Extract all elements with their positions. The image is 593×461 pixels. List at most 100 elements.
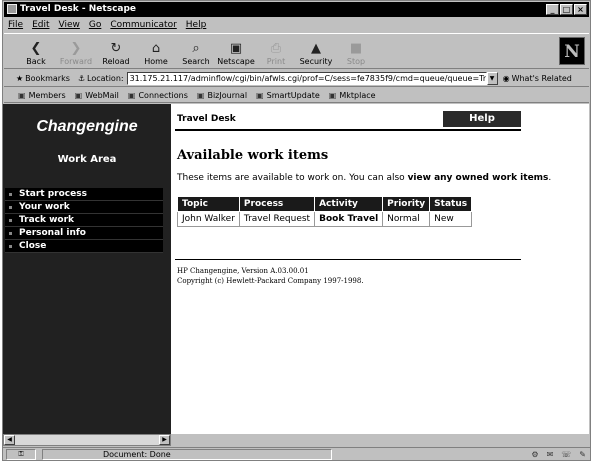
toolbar-button-label: Print	[266, 57, 286, 66]
menu-help[interactable]: Help	[186, 18, 207, 32]
whats-related-icon: ◉	[502, 73, 510, 83]
scroll-right-icon[interactable]: ▶	[159, 435, 170, 445]
sidebar-horizontal-scrollbar[interactable]: ◀ ▶	[3, 434, 171, 446]
personal-webmail[interactable]: ▣ WebMail	[75, 91, 119, 100]
search-button[interactable]: ⌕ Search	[178, 34, 214, 68]
location-label: Location:	[87, 73, 124, 83]
navigation-toolbar: ❮ Back ❯ Forward ↻ Reload ⌂ Home ⌕ Search ▣ Netscap…	[4, 33, 589, 69]
navigator-icon[interactable]: ⚙	[531, 450, 538, 459]
toolbar-button-label: Stop	[346, 57, 366, 66]
col-topic: Topic	[177, 196, 240, 212]
print-icon: ⎙	[270, 41, 282, 56]
status-bar: ⚿ Document: Done ⚙ ✉ ☏ ✎	[3, 447, 590, 460]
forward-button[interactable]: ❯ Forward	[58, 34, 94, 68]
bookmark-icon: ▣	[74, 90, 83, 100]
security-lock-icon: ▲	[311, 41, 321, 56]
toolbar-button-label: Netscape	[217, 57, 255, 66]
whats-related-button[interactable]: What's Related	[512, 74, 572, 83]
netscape-button[interactable]: ▣ Netscape	[217, 34, 255, 68]
security-status-icon[interactable]: ⚿	[6, 448, 36, 460]
toolbar-button-label: Home	[144, 57, 168, 66]
close-window-button[interactable]: ×	[574, 4, 587, 15]
menu-file[interactable]: File	[8, 18, 23, 32]
page-title: Available work items	[177, 148, 329, 163]
location-icon: ⚓	[77, 73, 86, 83]
window-title: Travel Desk - Netscape	[20, 4, 137, 14]
location-bar: ★ Bookmarks ⚓ Location: 31.175.21.117/ad…	[4, 70, 589, 87]
stop-icon: ■	[349, 41, 363, 56]
mail-icon[interactable]: ✉	[547, 450, 554, 459]
col-status: Status	[429, 196, 473, 212]
bookmark-icon: ▣	[18, 90, 26, 100]
toolbar-button-label: Reload	[102, 57, 130, 66]
work-area-heading: Work Area	[57, 154, 117, 165]
personal-connections[interactable]: ▣ Connections	[128, 91, 188, 100]
bookmarks-icon: ★	[16, 73, 24, 83]
menu-view[interactable]: View	[59, 18, 80, 32]
status-text: Document: Done	[42, 448, 332, 460]
col-priority: Priority	[382, 196, 431, 212]
footer-divider	[175, 259, 521, 260]
work-items-table: Topic Process Activity Priority Status J…	[177, 196, 473, 227]
toolbar-button-label: Search	[182, 57, 210, 66]
cell-process: Travel Request	[238, 211, 316, 227]
sidebar-nav: Start process Your work Track work Perso…	[5, 188, 163, 253]
toolbar-button-label: Back	[26, 57, 46, 66]
personal-bizjournal[interactable]: ▣ BizJournal	[197, 91, 247, 100]
location-url-input[interactable]: 31.175.21.117/adminflow/cgi/bin/afwls.cg…	[126, 71, 487, 85]
nav-track-work[interactable]: Track work	[5, 214, 163, 227]
location-dropdown-button[interactable]: ▼	[486, 71, 498, 85]
col-activity: Activity	[314, 196, 384, 212]
menu-go[interactable]: Go	[89, 18, 101, 32]
composer-icon[interactable]: ✎	[579, 450, 586, 459]
header-divider	[175, 129, 521, 131]
back-arrow-icon: ❮	[30, 41, 42, 56]
discussion-icon[interactable]: ☏	[561, 450, 571, 459]
nav-your-work[interactable]: Your work	[5, 201, 163, 214]
nav-start-process[interactable]: Start process	[5, 188, 163, 201]
cell-priority: Normal	[382, 211, 431, 227]
cell-status: New	[429, 211, 473, 227]
stop-button[interactable]: ■ Stop	[338, 34, 374, 68]
personal-mktplace[interactable]: ▣ Mktplace	[329, 91, 376, 100]
toolbar-button-label: Security	[299, 57, 333, 66]
minimize-button[interactable]: _	[546, 4, 559, 15]
menu-communicator[interactable]: Communicator	[110, 18, 176, 32]
description-text: These items are available to work on. Yo…	[177, 173, 552, 183]
copyright-text: Copyright (c) Hewlett-Packard Company 19…	[177, 277, 364, 285]
bookmark-icon: ▣	[196, 90, 205, 100]
bookmark-icon: ▣	[127, 90, 136, 100]
cell-topic: John Walker	[177, 211, 240, 227]
scroll-left-icon[interactable]: ◀	[4, 435, 15, 445]
menu-bar: File Edit View Go Communicator Help	[4, 18, 589, 32]
version-text: HP Changengine, Version A.03.00.01	[177, 267, 309, 275]
menu-edit[interactable]: Edit	[32, 18, 49, 32]
home-icon: ⌂	[151, 41, 161, 56]
security-button[interactable]: ▲ Security	[298, 34, 334, 68]
owned-work-items-link[interactable]: view any owned work items	[408, 173, 549, 183]
personal-toolbar: ▣ Members ▣ WebMail ▣ Connections ▣ BizJourn…	[4, 88, 589, 103]
back-button[interactable]: ❮ Back	[18, 34, 54, 68]
table-header-row: Topic Process Activity Priority Status	[177, 196, 473, 212]
personal-smartupdate[interactable]: ▣ SmartUpdate	[256, 91, 320, 100]
content-frame: Travel Desk Help Available work items Th…	[171, 104, 589, 434]
table-row: John Walker Travel Request Book Travel N…	[177, 211, 473, 227]
bookmarks-button[interactable]: Bookmarks	[25, 74, 70, 83]
changengine-logo: Changengine	[36, 118, 138, 135]
book-travel-link[interactable]: Book Travel	[314, 211, 384, 227]
netscape-logo[interactable]: N	[559, 37, 585, 65]
forward-arrow-icon: ❯	[70, 41, 82, 56]
help-button[interactable]: Help	[443, 111, 521, 127]
col-process: Process	[238, 196, 316, 212]
nav-personal-info[interactable]: Personal info	[5, 227, 163, 240]
bookmark-icon: ▣	[328, 90, 337, 100]
print-button[interactable]: ⎙ Print	[258, 34, 294, 68]
reload-icon: ↻	[110, 41, 122, 56]
home-button[interactable]: ⌂ Home	[138, 34, 174, 68]
netscape-icon: ▣	[229, 41, 243, 56]
footer-text: HP Changengine, Version A.03.00.01 Copyr…	[177, 266, 364, 286]
nav-close[interactable]: Close	[5, 240, 163, 253]
personal-members[interactable]: ▣ Members	[18, 91, 66, 100]
maximize-button[interactable]: □	[560, 4, 573, 15]
reload-button[interactable]: ↻ Reload	[98, 34, 134, 68]
